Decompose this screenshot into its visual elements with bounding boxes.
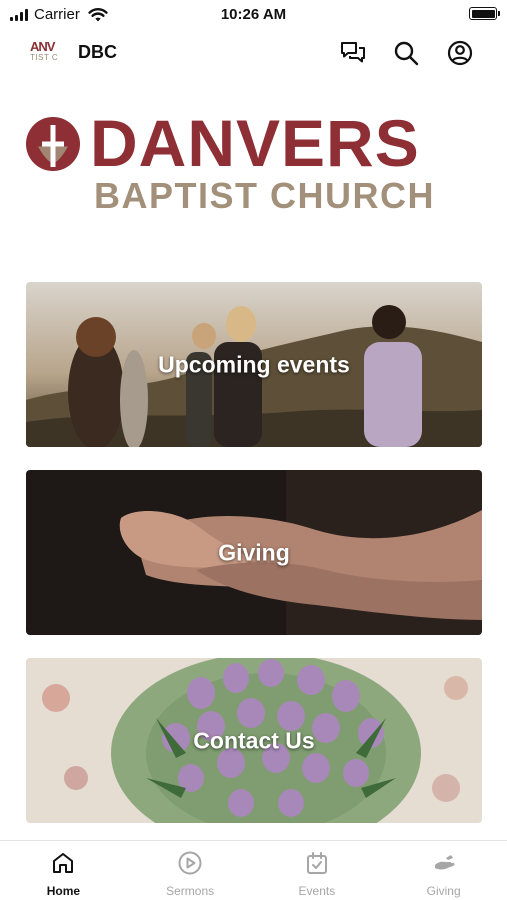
mini-logo-bottom: TIST C [30,53,59,62]
search-icon[interactable] [392,39,420,67]
giving-hands-icon [434,855,455,870]
mini-logo-top: ANV [30,39,55,54]
logo-line1: DANVERS [90,106,420,180]
tab-events-label: Events [298,884,336,898]
tab-giving[interactable]: Giving [380,841,507,900]
tab-home-label: Home [46,884,81,898]
church-mini-logo[interactable]: ANV TIST C [30,40,64,66]
cross-badge-icon [26,117,80,171]
contact-us-card[interactable]: Contact Us [26,658,482,823]
play-circle-icon [178,851,202,875]
chat-icon[interactable] [339,39,367,67]
tab-bar: Home Sermons Events Giving [0,840,507,900]
app-title: DBC [78,42,117,62]
app-header: ANV TIST C DBC [0,32,507,72]
account-icon[interactable] [446,39,474,67]
home-icon [53,853,74,873]
tab-sermons-label: Sermons [166,884,215,898]
upcoming-events-title: Upcoming events [158,351,350,377]
logo-line2: BAPTIST CHURCH [94,175,435,216]
tab-events[interactable]: Events [254,841,381,900]
tab-giving-label: Giving [426,884,461,898]
tab-sermons[interactable]: Sermons [127,841,254,900]
giving-title: Giving [218,539,290,565]
church-logo: DANVERS BAPTIST CHURCH [24,108,474,222]
upcoming-events-card[interactable]: Upcoming events [26,282,482,447]
status-bar: Carrier 10:26 AM [0,0,507,28]
battery-icon [469,7,500,20]
tab-home[interactable]: Home [0,841,127,900]
calendar-check-icon [306,852,327,874]
status-time: 10:26 AM [220,6,287,23]
contact-us-title: Contact Us [193,727,315,753]
giving-card[interactable]: Giving [26,470,482,635]
